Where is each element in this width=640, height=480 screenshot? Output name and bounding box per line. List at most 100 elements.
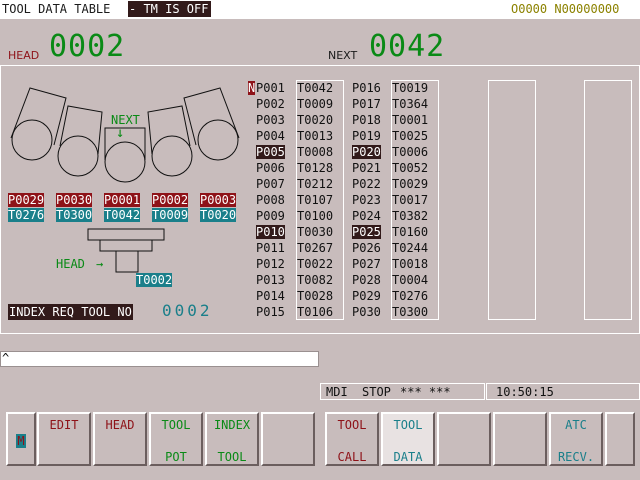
softkey-label-line2: RECV. [557, 450, 595, 464]
pot-number: P008 [256, 193, 285, 207]
tool-number: T0052 [392, 161, 429, 175]
tool-number: T0364 [392, 97, 429, 111]
softkey-4[interactable]: TOOL POT [149, 412, 203, 466]
table-cursor: N [248, 81, 256, 95]
pot-number: P024 [352, 209, 381, 223]
command-input[interactable]: ^ [0, 351, 319, 367]
pot-tool-labels: P0029 P0030 P0001 P0002 P0003 T0276 T030… [8, 193, 248, 223]
tool-number: T0013 [297, 129, 334, 143]
pot-number: P009 [256, 209, 285, 223]
pot-number: P002 [256, 97, 285, 111]
status-bar: MDI STOP *** *** 10:50:15 [320, 383, 640, 400]
softkey-label-line1: HEAD [105, 418, 135, 432]
softkey-2[interactable]: EDIT [37, 412, 91, 466]
pot-number: P010 [256, 225, 285, 239]
softkey-label-line1: ATC [565, 418, 587, 432]
pot-number: P026 [352, 241, 381, 255]
pot-number: P012 [256, 257, 285, 271]
panel-top-border [0, 65, 640, 66]
softkey-label-line1: INDEX [213, 418, 251, 432]
tool-label: T0300 [56, 208, 93, 222]
next-value: 0042 [369, 29, 446, 64]
pot-number: P029 [352, 289, 381, 303]
pot-number: P023 [352, 193, 381, 207]
tool-label: T0020 [200, 208, 237, 222]
softkey-3[interactable]: HEAD [93, 412, 147, 466]
tool-number: T0382 [392, 209, 429, 223]
tool-number: T0276 [392, 289, 429, 303]
tool-number: T0082 [297, 273, 334, 287]
status-mode: MDI [326, 385, 348, 399]
tool-number: T0042 [297, 81, 334, 95]
tool-number: T0001 [392, 113, 429, 127]
pot-number: P016 [352, 81, 381, 95]
softkey-label-line1: EDIT [49, 418, 79, 432]
pot-number: P001 [256, 81, 285, 95]
tool-number: T0018 [392, 257, 429, 271]
tool-number: T0019 [392, 81, 429, 95]
pot-label: P0002 [152, 193, 189, 207]
next-label: NEXT [328, 49, 358, 62]
softkey-8[interactable]: TOOL DATA [381, 412, 435, 466]
softkey-10[interactable] [493, 412, 547, 466]
pot-number: P020 [352, 145, 381, 159]
tool-label: T0276 [8, 208, 45, 222]
extra-column-box-2 [584, 80, 632, 320]
pot-number: P003 [256, 113, 285, 127]
softkey-7[interactable]: TOOL CALL [325, 412, 379, 466]
status-state: STOP [362, 385, 391, 399]
screen-title: TOOL DATA TABLE [2, 2, 111, 16]
tool-number: T0128 [297, 161, 334, 175]
input-prompt: ^ [2, 351, 10, 365]
tool-number: T0160 [392, 225, 429, 239]
softkey-5[interactable]: INDEX TOOL [205, 412, 259, 466]
softkey-label-line2: DATA [393, 450, 423, 464]
pot-number: P005 [256, 145, 285, 159]
tool-number: T0212 [297, 177, 334, 191]
tool-number: T0244 [392, 241, 429, 255]
tool-number: T0107 [297, 193, 334, 207]
head-arrow-icon: → [96, 257, 104, 271]
softkey-label-line2: CALL [337, 450, 367, 464]
pot-number: P015 [256, 305, 285, 319]
tool-number: T0004 [392, 273, 429, 287]
pot-number: P027 [352, 257, 381, 271]
status-flags: *** *** [400, 385, 451, 399]
softkey-label-line2: POT [165, 450, 187, 464]
softkey-label-line1: TOOL [161, 418, 191, 432]
pot-number: P030 [352, 305, 381, 319]
pot-number: P006 [256, 161, 285, 175]
pot-label: P0003 [200, 193, 237, 207]
index-req-tool-label: INDEX REQ TOOL NO [8, 304, 133, 320]
pot-label: P0030 [56, 193, 93, 207]
tool-number: T0267 [297, 241, 334, 255]
softkey-label-line1: TOOL [337, 418, 367, 432]
status-time: 10:50:15 [496, 385, 554, 399]
softkey-6[interactable] [261, 412, 315, 466]
tool-number: T0300 [392, 305, 429, 319]
title-bar: TOOL DATA TABLE - TM IS OFF O0000 N00000… [0, 0, 640, 19]
tool-number: T0029 [392, 177, 429, 191]
tool-number: T0028 [297, 289, 334, 303]
head-value: 0002 [49, 29, 126, 64]
pot-number: P013 [256, 273, 285, 287]
softkey-1[interactable]: M [6, 412, 36, 466]
pot-number: P019 [352, 129, 381, 143]
pot-label: P0029 [8, 193, 45, 207]
softkey-9[interactable] [437, 412, 491, 466]
pot-number: P017 [352, 97, 381, 111]
tool-number: T0009 [297, 97, 334, 111]
tool-number: T0100 [297, 209, 334, 223]
tool-number: T0006 [392, 145, 429, 159]
tool-number: T0017 [392, 193, 429, 207]
tool-label: T0009 [152, 208, 189, 222]
softkey-12[interactable] [605, 412, 635, 466]
tm-status-badge: - TM IS OFF [128, 1, 212, 17]
panel-left-border [0, 65, 1, 333]
panel-bottom-border [0, 333, 640, 334]
pot-label: P0001 [104, 193, 141, 207]
softkey-11[interactable]: ATC RECV. [549, 412, 603, 466]
extra-column-box-1 [488, 80, 536, 320]
tool-number: T0106 [297, 305, 334, 319]
pot-number: P004 [256, 129, 285, 143]
